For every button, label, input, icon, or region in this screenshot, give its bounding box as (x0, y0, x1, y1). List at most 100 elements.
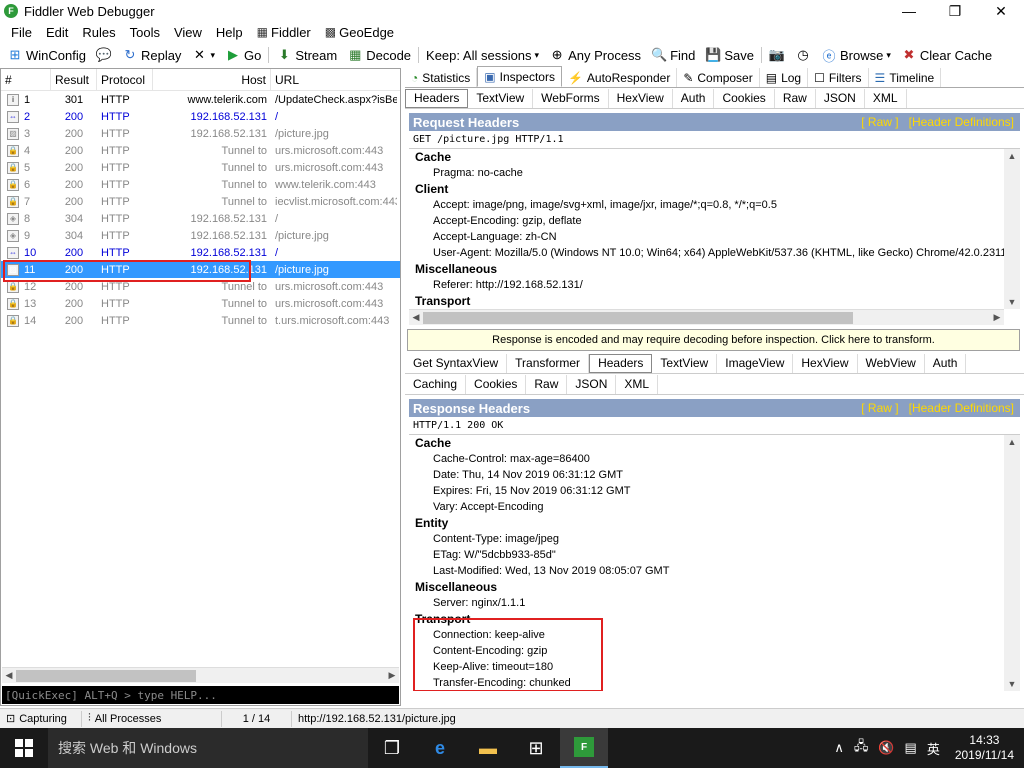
header-item[interactable]: Last-Modified: Wed, 13 Nov 2019 08:05:07… (409, 563, 1020, 579)
tab-req-auth[interactable]: Auth (673, 88, 715, 108)
clock[interactable]: 14:33 2019/11/14 (945, 733, 1024, 763)
request-vscrollbar[interactable]: ▲ ▼ (1004, 149, 1020, 309)
column-header-result[interactable]: Result (51, 69, 97, 90)
chevron-up-icon[interactable]: ∧ (829, 740, 849, 756)
header-item[interactable]: Content-Type: image/jpeg (409, 531, 1020, 547)
header-item[interactable]: Keep-Alive: timeout=180 (409, 659, 1020, 675)
menu-file[interactable]: File (4, 25, 39, 40)
header-item[interactable]: Accept: image/png, image/svg+xml, image/… (409, 197, 1020, 213)
network-icon[interactable]: 🖧 (849, 737, 874, 759)
tab-resp-hexview[interactable]: HexView (793, 353, 858, 373)
start-button[interactable] (0, 728, 48, 768)
column-header-protocol[interactable]: Protocol (97, 69, 153, 90)
response-definitions-link[interactable]: [Header Definitions] (909, 401, 1014, 415)
header-item[interactable]: Expires: Fri, 15 Nov 2019 06:31:12 GMT (409, 483, 1020, 499)
scroll-down-icon[interactable]: ▼ (1005, 295, 1019, 309)
header-item[interactable]: ETag: W/"5dcbb933-85d" (409, 547, 1020, 563)
store-icon[interactable]: ⊞ (512, 728, 560, 768)
tab-resp-xml[interactable]: XML (616, 374, 659, 394)
task-view-icon[interactable]: ❐ (368, 728, 416, 768)
close-button[interactable]: ✕ (978, 0, 1024, 22)
session-row[interactable]: 🔒 12 200 HTTP Tunnel to urs.microsoft.com:443 (1, 278, 400, 295)
winconfig-button[interactable]: ⊞ WinConfig (2, 47, 91, 63)
save-button[interactable]: 💾 Save (700, 47, 759, 63)
session-row[interactable]: 🔒 13 200 HTTP Tunnel to urs.microsoft.com:443 (1, 295, 400, 312)
session-row[interactable]: 🔒 7 200 HTTP Tunnel to iecvlist.microsoft.com… (1, 193, 400, 210)
header-group-title[interactable]: Transport (409, 293, 1020, 309)
column-header-host[interactable]: Host (153, 69, 271, 90)
tab-resp-cookies[interactable]: Cookies (466, 374, 527, 394)
tab-resp-headers[interactable]: Headers (589, 353, 653, 373)
header-group-title[interactable]: Miscellaneous (409, 261, 1020, 277)
decode-notice-bar[interactable]: Response is encoded and may require deco… (407, 329, 1020, 351)
tab-resp-textview[interactable]: TextView (652, 353, 718, 373)
header-group-title[interactable]: Cache (409, 149, 1020, 165)
request-definitions-link[interactable]: [Header Definitions] (909, 115, 1014, 129)
clear-cache-button[interactable]: ✖ Clear Cache (896, 47, 997, 63)
header-item[interactable]: Cache-Control: max-age=86400 (409, 451, 1020, 467)
header-group-title[interactable]: Transport (409, 611, 1020, 627)
response-vscrollbar[interactable]: ▲ ▼ (1004, 435, 1020, 691)
file-explorer-icon[interactable]: ▬ (464, 728, 512, 768)
stream-button[interactable]: ⬇ Stream (271, 47, 342, 63)
tab-resp-imageview[interactable]: ImageView (717, 353, 794, 373)
request-raw-link[interactable]: [ Raw ] (861, 115, 898, 129)
tab-resp-json[interactable]: JSON (567, 374, 617, 394)
decode-button[interactable]: ▦ Decode (342, 47, 416, 63)
session-row[interactable]: ◈ 8 304 HTTP 192.168.52.131/ (1, 210, 400, 227)
edge-icon[interactable]: e (416, 728, 464, 768)
tab-resp-caching[interactable]: Caching (405, 374, 467, 394)
header-item[interactable]: Content-Encoding: gzip (409, 643, 1020, 659)
column-header-num[interactable]: # (1, 69, 51, 90)
tab-log[interactable]: ▤ Log (760, 68, 809, 87)
fiddler-task-icon[interactable]: F (560, 728, 608, 768)
replay-button[interactable]: ↻ Replay (117, 47, 186, 63)
tab-req-textview[interactable]: TextView (468, 88, 534, 108)
tab-timeline[interactable]: ☰ Timeline (869, 68, 942, 87)
screenshot-button[interactable]: 📷 (764, 47, 790, 63)
menu-edit[interactable]: Edit (39, 25, 75, 40)
menu-geoedge[interactable]: ▩ GeoEdge (318, 25, 401, 40)
session-row[interactable]: ⇔ 10 200 HTTP 192.168.52.131 / (1, 244, 400, 261)
tab-inspectors[interactable]: ▣ Inspectors (477, 66, 562, 87)
scroll-left-icon[interactable]: ◀ (409, 312, 423, 323)
scroll-right-icon[interactable]: ▶ (385, 670, 399, 681)
menu-help[interactable]: Help (209, 25, 250, 40)
session-row[interactable]: 🔒 6 200 HTTP Tunnel to www.telerik.com:443 (1, 176, 400, 193)
scroll-up-icon[interactable]: ▲ (1005, 435, 1019, 449)
header-item[interactable]: Accept-Language: zh-CN (409, 229, 1020, 245)
browse-button[interactable]: ⓔ Browse ▾ (816, 47, 896, 64)
any-process-button[interactable]: ⊕ Any Process (544, 47, 646, 63)
scroll-thumb[interactable] (423, 311, 853, 324)
scroll-down-icon[interactable]: ▼ (1005, 677, 1019, 691)
column-header-url[interactable]: URL (271, 69, 397, 90)
menu-view[interactable]: View (167, 25, 209, 40)
session-row[interactable]: 🔒 14 200 HTTP Tunnel to t.urs.microsoft.com:4… (1, 312, 400, 329)
header-item[interactable]: Vary: Accept-Encoding (409, 499, 1020, 515)
session-row[interactable]: ◈ 9 304 HTTP 192.168.52.131/picture.jpg (1, 227, 400, 244)
tab-autoresponder[interactable]: ⚡ AutoResponder (562, 68, 678, 87)
menu-rules[interactable]: Rules (75, 25, 122, 40)
tab-resp-syntaxview[interactable]: Get SyntaxView (405, 353, 508, 373)
menu-tools[interactable]: Tools (123, 25, 167, 40)
header-item[interactable]: Transfer-Encoding: chunked (409, 675, 1020, 691)
header-group-title[interactable]: Entity (409, 515, 1020, 531)
session-row[interactable]: 🔒 4 200 HTTP Tunnel to urs.microsoft.com:443 (1, 142, 400, 159)
tab-req-webforms[interactable]: WebForms (533, 88, 609, 108)
tab-req-hexview[interactable]: HexView (609, 88, 673, 108)
header-item[interactable]: Connection: keep-alive (409, 627, 1020, 643)
maximize-button[interactable]: ❐ (932, 0, 978, 22)
taskbar-search[interactable]: 搜索 Web 和 Windows (48, 728, 368, 768)
tab-resp-auth[interactable]: Auth (925, 353, 967, 373)
tab-resp-raw[interactable]: Raw (526, 374, 568, 394)
tab-resp-webview[interactable]: WebView (858, 353, 925, 373)
comment-button[interactable]: 💬 (91, 47, 117, 63)
sessions-hscrollbar[interactable]: ◀ ▶ (2, 667, 399, 683)
header-item[interactable]: Accept-Encoding: gzip, deflate (409, 213, 1020, 229)
tab-req-headers[interactable]: Headers (405, 88, 469, 108)
session-row[interactable]: i 1 301 HTTP www.telerik.com/UpdateCheck.asp… (1, 91, 400, 108)
response-raw-link[interactable]: [ Raw ] (861, 401, 898, 415)
ime-indicator[interactable]: 英 (922, 739, 945, 758)
tab-req-xml[interactable]: XML (865, 88, 907, 108)
timer-button[interactable]: ◷ (790, 47, 816, 63)
